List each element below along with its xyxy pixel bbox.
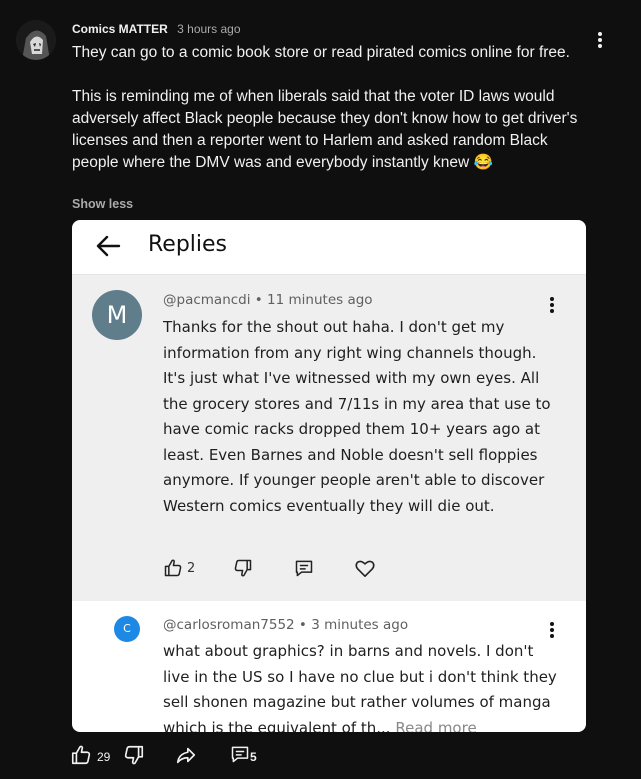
reply-item-2: C @carlosroman7552 • 3 minutes ago what … (72, 608, 586, 732)
replies-button[interactable] (230, 744, 250, 764)
comment-icon (231, 746, 249, 763)
reply-text-body: what about graphics? in barns and novels… (163, 642, 557, 732)
embedded-screenshot: Replies M @pacmancdi • 11 minutes ago Th… (72, 220, 586, 732)
share-icon (176, 747, 196, 764)
reply-avatar-c: C (114, 616, 140, 642)
show-less-button[interactable]: Show less (72, 197, 133, 211)
reply-text: Thanks for the shout out haha. I don't g… (163, 318, 551, 515)
reply-age: 3 minutes ago (311, 617, 409, 633)
comment-timestamp[interactable]: 3 hours ago (177, 22, 240, 36)
thumbs-up-icon: 2 (163, 558, 195, 580)
reply-count: 5 (250, 750, 257, 764)
reply-author: @carlosroman7552 (163, 617, 295, 633)
reply-avatar-m: M (92, 290, 142, 340)
reply-meta: @carlosroman7552 • 3 minutes ago (163, 617, 409, 633)
thumbs-down-icon (233, 558, 253, 580)
heart-icon (354, 558, 376, 580)
comment-paragraph-2: This is reminding me of when liberals sa… (72, 88, 578, 171)
reply-comment-icon (294, 558, 314, 580)
replies-header: Replies (72, 220, 586, 275)
kebab-menu-icon[interactable] (592, 30, 608, 50)
thumbs-up-icon (71, 745, 91, 765)
comment-body: They can go to a comic book store or rea… (72, 42, 592, 174)
kebab-menu-icon (545, 295, 559, 315)
avatar-image (16, 20, 56, 60)
comment-action-bar: 29 5 (66, 740, 366, 770)
dislike-button[interactable] (123, 744, 145, 766)
reply-author: @pacmancdi (163, 292, 251, 308)
like-count: 29 (97, 750, 111, 764)
comment-header: Comics MATTER 3 hours ago (72, 22, 241, 36)
reply-text: what about graphics? in barns and novels… (163, 639, 558, 732)
author-name[interactable]: Comics MATTER (72, 22, 168, 36)
reply-meta: @pacmancdi • 11 minutes ago (163, 292, 373, 308)
back-arrow-icon (94, 232, 122, 260)
share-button[interactable] (175, 744, 197, 766)
like-button[interactable] (70, 744, 92, 766)
reply-item-1: M @pacmancdi • 11 minutes ago Thanks for… (72, 275, 586, 601)
commenter-avatar[interactable] (16, 20, 56, 60)
kebab-menu-icon (545, 620, 559, 640)
replies-title: Replies (148, 232, 228, 257)
read-more-link: Read more (395, 718, 477, 733)
reply-age: 11 minutes ago (267, 292, 373, 308)
thumbs-down-icon (124, 745, 144, 765)
reply-like-count: 2 (187, 561, 196, 576)
comment-paragraph-1: They can go to a comic book store or rea… (72, 44, 570, 61)
